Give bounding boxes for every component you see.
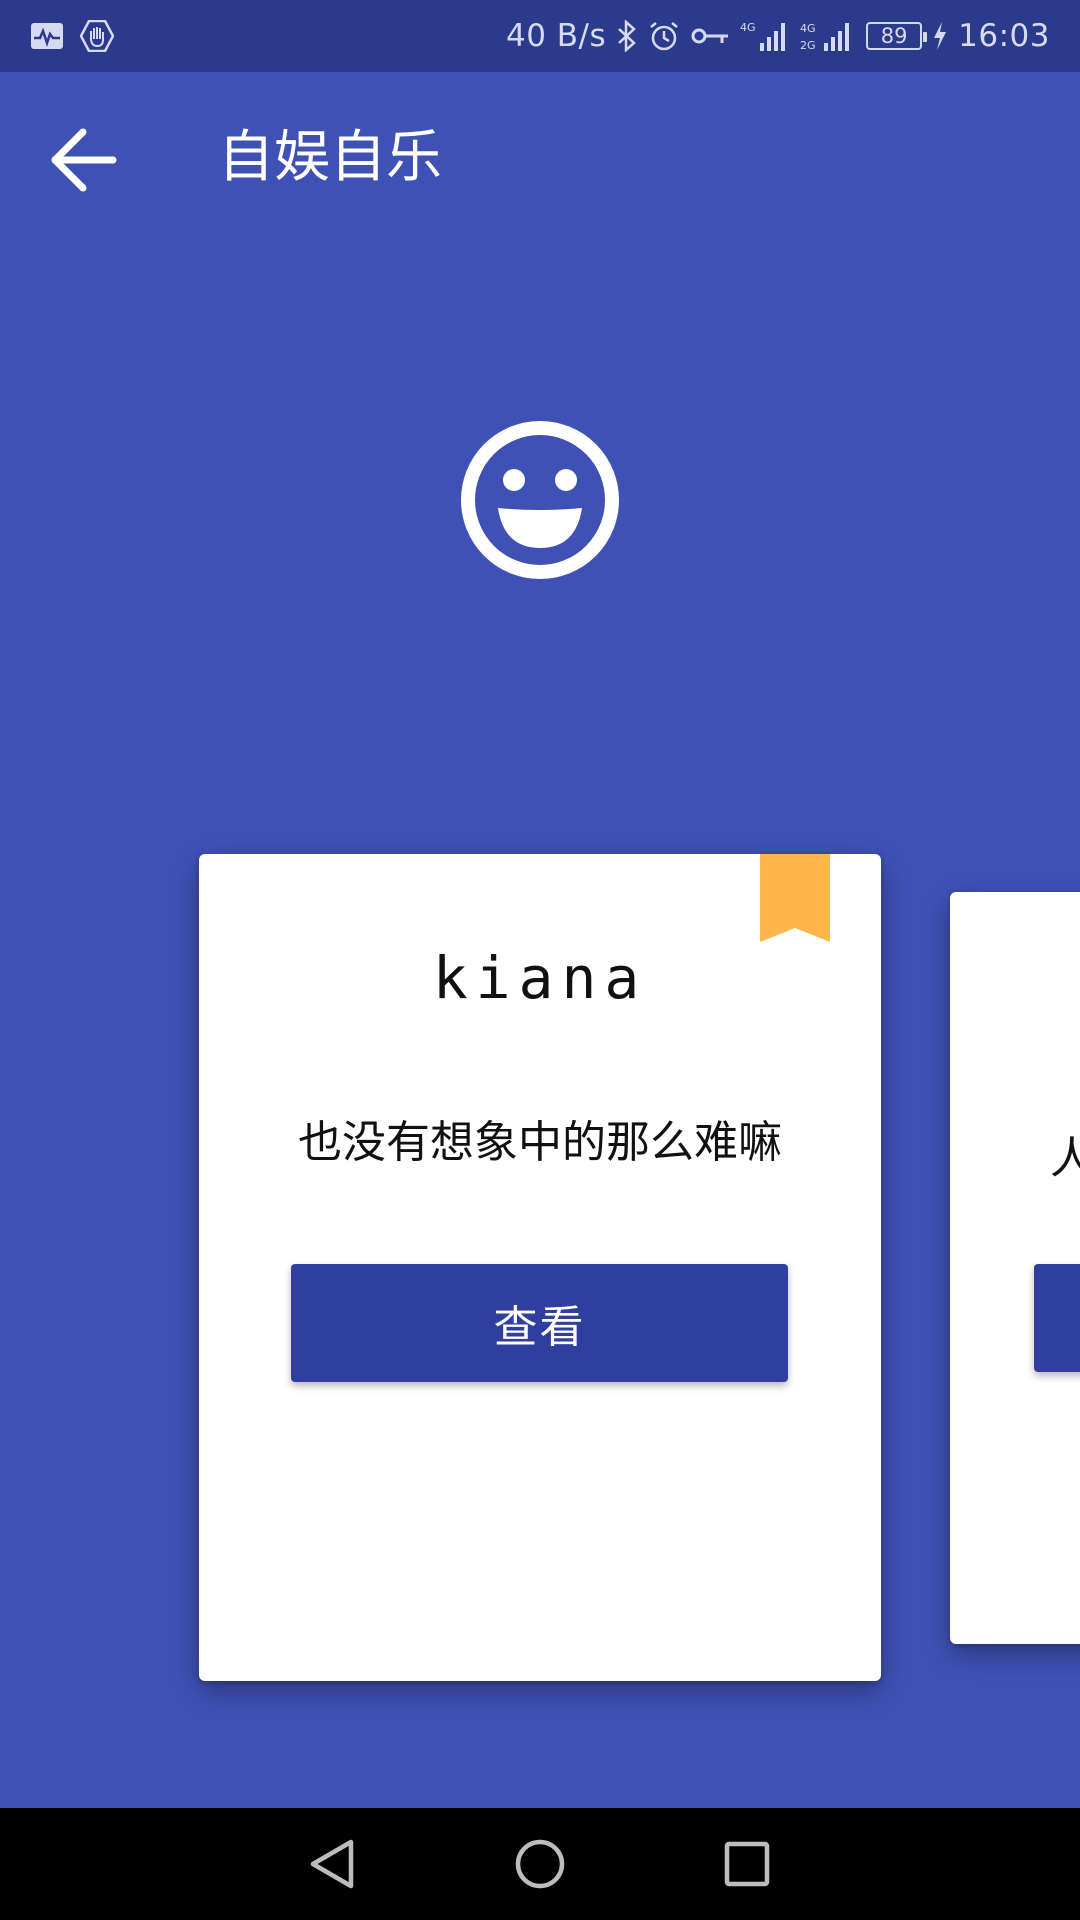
next-story-card[interactable]: 人 bbox=[950, 892, 1080, 1644]
status-bar-left bbox=[30, 20, 130, 52]
signal-4g-2g-icon: 4G 2G bbox=[800, 19, 856, 53]
screen: 40 B/s 4G 4G 2G 89 16:03 自娱自乐 kiana 也没有想… bbox=[0, 0, 1080, 1920]
bluetooth-icon bbox=[616, 20, 638, 52]
clock: 16:03 bbox=[958, 18, 1050, 54]
recents-square-icon bbox=[724, 1841, 769, 1887]
next-card-message: 人 bbox=[1050, 1133, 1080, 1184]
toolbar: 自娱自乐 bbox=[0, 72, 1080, 242]
net-speed: 40 B/s bbox=[505, 18, 607, 54]
charging-icon bbox=[932, 21, 948, 51]
nav-back-button[interactable] bbox=[293, 1824, 373, 1904]
view-button[interactable]: 查看 bbox=[291, 1264, 788, 1382]
bookmark-icon bbox=[760, 854, 830, 942]
nav-home-button[interactable] bbox=[500, 1824, 580, 1904]
smiley-icon bbox=[461, 421, 619, 579]
signal-4g-icon: 4G bbox=[740, 19, 790, 53]
next-view-button[interactable] bbox=[1034, 1264, 1080, 1372]
svg-text:2G: 2G bbox=[800, 39, 816, 52]
card-author-name: kiana bbox=[432, 944, 648, 1012]
navigation-bar bbox=[0, 1808, 1080, 1920]
svg-text:4G: 4G bbox=[800, 22, 816, 35]
status-bar: 40 B/s 4G 4G 2G 89 16:03 bbox=[0, 0, 1080, 72]
svg-text:4G: 4G bbox=[740, 21, 756, 34]
battery-level: 89 bbox=[880, 24, 908, 48]
battery-icon: 89 bbox=[866, 22, 928, 50]
status-bar-right: 40 B/s 4G 4G 2G 89 16:03 bbox=[496, 18, 1050, 54]
arrow-left-icon bbox=[51, 128, 117, 192]
hand-stop-icon bbox=[80, 20, 114, 52]
back-triangle-icon bbox=[311, 1839, 354, 1889]
back-button[interactable] bbox=[44, 120, 124, 200]
card-message: 也没有想象中的那么难嘛 bbox=[298, 1117, 782, 1168]
activity-icon bbox=[30, 22, 64, 50]
page-title: 自娱自乐 bbox=[218, 125, 442, 190]
nav-recents-button[interactable] bbox=[707, 1824, 787, 1904]
home-circle-icon bbox=[515, 1839, 565, 1889]
alarm-icon bbox=[648, 20, 680, 52]
key-icon bbox=[690, 24, 730, 48]
story-card[interactable]: kiana 也没有想象中的那么难嘛 查看 bbox=[199, 854, 881, 1681]
